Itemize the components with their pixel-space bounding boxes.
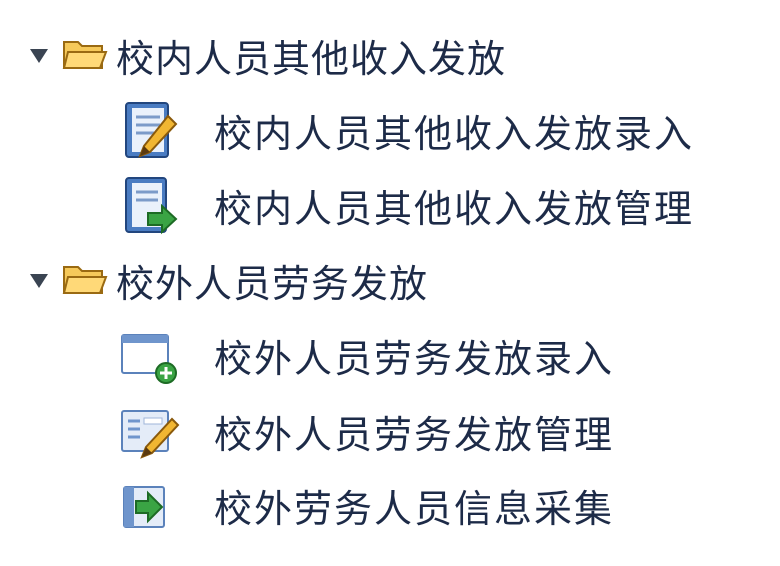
notebook-pencil-icon <box>120 100 180 160</box>
tree-group-external-labor[interactable]: 校外人员劳务发放 <box>28 250 428 310</box>
folder-open-icon <box>62 38 108 72</box>
window-add-icon <box>120 325 180 385</box>
tree-item-external-personnel-collect[interactable]: 校外劳务人员信息采集 <box>120 472 614 538</box>
tree-item-internal-income-manage[interactable]: 校内人员其他收入发放管理 <box>120 172 694 238</box>
tree-item-label: 校外劳务人员信息采集 <box>214 486 615 531</box>
expand-arrow-icon[interactable] <box>28 44 50 66</box>
tree-item-label: 校外人员劳务发放管理 <box>214 412 615 457</box>
tree-item-label: 校外人员劳务发放录入 <box>214 336 615 381</box>
tree-group-internal-income[interactable]: 校内人员其他收入发放 <box>28 25 506 85</box>
notebook-arrow-icon <box>120 175 180 235</box>
tree-item-external-labor-entry[interactable]: 校外人员劳务发放录入 <box>120 322 614 388</box>
tree-item-external-labor-manage[interactable]: 校外人员劳务发放管理 <box>120 398 614 464</box>
tree-group-label: 校内人员其他收入发放 <box>116 36 507 81</box>
folder-open-icon <box>62 263 108 297</box>
import-arrow-icon <box>120 475 180 535</box>
tree-item-label: 校内人员其他收入发放管理 <box>214 186 695 231</box>
expand-arrow-icon[interactable] <box>28 269 50 291</box>
tree-group-label: 校外人员劳务发放 <box>116 261 429 306</box>
navigation-tree: 校内人员其他收入发放 校内人员其他收入发放录入 校内人员其他收入发放管理 校外人… <box>0 0 780 566</box>
tree-item-internal-income-entry[interactable]: 校内人员其他收入发放录入 <box>120 97 694 163</box>
tree-item-label: 校内人员其他收入发放录入 <box>214 111 695 156</box>
form-edit-icon <box>120 401 180 461</box>
